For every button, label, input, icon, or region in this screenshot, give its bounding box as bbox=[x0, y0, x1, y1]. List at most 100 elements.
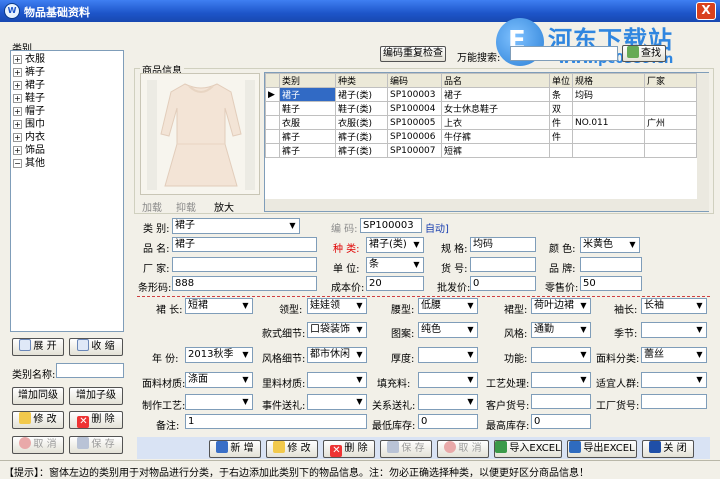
make-select[interactable]: ▼ bbox=[185, 394, 253, 410]
min-stock-input[interactable]: 0 bbox=[418, 414, 478, 429]
cost-input[interactable]: 20 bbox=[366, 276, 424, 291]
table-horizontal-scrollbar[interactable] bbox=[265, 199, 709, 211]
modify-button[interactable]: 修 改 bbox=[266, 440, 318, 458]
tree-item-shoes[interactable]: + 鞋子 bbox=[13, 93, 45, 105]
season-select[interactable]: ▼ bbox=[641, 322, 707, 338]
thickness-select[interactable]: ▼ bbox=[418, 347, 478, 363]
filling-select[interactable]: ▼ bbox=[418, 372, 478, 388]
retail-input[interactable]: 50 bbox=[580, 276, 642, 291]
year-select[interactable]: 2013秋季 ▼ bbox=[185, 347, 253, 363]
function-select[interactable]: ▼ bbox=[531, 347, 591, 363]
column-header[interactable]: 品名 bbox=[441, 73, 550, 88]
pattern-select[interactable]: 纯色 ▼ bbox=[418, 322, 478, 338]
event-select[interactable]: ▼ bbox=[307, 394, 367, 410]
table-cell[interactable]: 裙子(类) bbox=[335, 87, 388, 102]
delete-button[interactable]: ✕ 删 除 bbox=[323, 440, 375, 458]
table-cell[interactable]: 牛仔裤 bbox=[441, 129, 550, 144]
style-detail-select[interactable]: 口袋装饰 ▼ bbox=[307, 322, 367, 338]
skirt-type-select[interactable]: 荷叶边裙 ▼ bbox=[531, 298, 591, 314]
table-cell[interactable]: SP100007 bbox=[387, 143, 442, 158]
unit-select[interactable]: 条 ▼ bbox=[366, 257, 424, 273]
column-header[interactable]: 单位 bbox=[548, 73, 574, 88]
category-tree[interactable]: + 衣服 + 裤子 + 裙子 + 鞋子 + 帽子 + 围巾 + 内衣 + 饰品 − 其他 bbox=[10, 50, 124, 332]
color-select[interactable]: 米黄色 ▼ bbox=[580, 237, 640, 253]
collapse-button[interactable]: 收 缩 bbox=[69, 338, 123, 356]
table-cell[interactable] bbox=[572, 129, 646, 144]
table-cell[interactable]: 均码 bbox=[572, 87, 646, 102]
process-select[interactable]: ▼ bbox=[531, 372, 591, 388]
tree-item-pants[interactable]: + 裤子 bbox=[13, 67, 45, 79]
wholesale-input[interactable]: 0 bbox=[470, 276, 536, 291]
duplicate-check-button[interactable]: 编码重复检查 bbox=[380, 46, 446, 62]
table-cell[interactable] bbox=[644, 143, 698, 158]
table-vertical-scrollbar[interactable] bbox=[697, 73, 709, 199]
category-save-button[interactable]: 保 存 bbox=[69, 436, 123, 454]
table-cell[interactable]: 裤子(类) bbox=[335, 129, 388, 144]
import-excel-button[interactable]: 导入EXCEL bbox=[494, 440, 562, 458]
zoom-image-button[interactable]: 放大 bbox=[214, 199, 234, 214]
sleeve-select[interactable]: 长袖 ▼ bbox=[641, 298, 707, 314]
add-same-level-button[interactable]: 增加同级 bbox=[12, 387, 64, 405]
table-row[interactable]: 裤子 裤子(类) SP100007 短裤 bbox=[265, 143, 698, 158]
tree-item-clothes[interactable]: + 衣服 bbox=[13, 54, 45, 66]
table-cell[interactable]: 鞋子 bbox=[279, 101, 336, 116]
column-header[interactable]: 类别 bbox=[279, 73, 336, 88]
table-cell[interactable] bbox=[644, 87, 698, 102]
item-no-input[interactable] bbox=[470, 257, 536, 272]
add-button[interactable]: 新 增 bbox=[209, 440, 261, 458]
table-cell[interactable] bbox=[572, 101, 646, 116]
maker-input[interactable] bbox=[172, 257, 317, 272]
table-cell[interactable]: 双 bbox=[548, 101, 574, 116]
tree-item-underwear[interactable]: + 内衣 bbox=[13, 132, 45, 144]
table-cell[interactable]: NO.011 bbox=[572, 115, 646, 130]
column-header[interactable]: 厂家 bbox=[644, 73, 698, 88]
waist-select[interactable]: 低腰 ▼ bbox=[418, 298, 478, 314]
column-header[interactable]: 规格 bbox=[572, 73, 646, 88]
export-excel-button[interactable]: 导出EXCEL bbox=[567, 440, 637, 458]
table-row[interactable]: ▶ 裙子 裙子(类) SP100003 裙子 条 均码 bbox=[265, 87, 698, 102]
tree-item-skirts[interactable]: + 裙子 bbox=[13, 80, 45, 92]
table-cell[interactable]: SP100005 bbox=[387, 115, 442, 130]
table-cell[interactable] bbox=[644, 129, 698, 144]
customer-no-input[interactable] bbox=[531, 394, 591, 409]
tree-item-scarves[interactable]: + 围巾 bbox=[13, 119, 45, 131]
tree-item-accessories[interactable]: + 饰品 bbox=[13, 145, 45, 157]
table-cell[interactable]: SP100004 bbox=[387, 101, 442, 116]
tree-item-hats[interactable]: + 帽子 bbox=[13, 106, 45, 118]
table-cell[interactable]: 衣服(类) bbox=[335, 115, 388, 130]
table-cell[interactable]: 裤子(类) bbox=[335, 143, 388, 158]
table-cell[interactable] bbox=[644, 101, 698, 116]
max-stock-input[interactable]: 0 bbox=[531, 414, 591, 429]
table-cell[interactable]: 件 bbox=[548, 129, 574, 144]
table-cell[interactable]: 上衣 bbox=[441, 115, 550, 130]
table-cell[interactable] bbox=[548, 143, 574, 158]
table-cell[interactable]: SP100006 bbox=[387, 129, 442, 144]
table-cell[interactable]: 短裤 bbox=[441, 143, 550, 158]
table-cell[interactable]: 衣服 bbox=[279, 115, 336, 130]
table-cell[interactable]: 件 bbox=[548, 115, 574, 130]
kind-select[interactable]: 裙子(类) ▼ bbox=[366, 237, 424, 253]
category-name-input[interactable] bbox=[56, 363, 124, 378]
unload-image-button[interactable]: 抑载 bbox=[176, 199, 196, 214]
fabric-select[interactable]: 涤面 ▼ bbox=[185, 372, 253, 388]
cancel-button[interactable]: 取 消 bbox=[437, 440, 489, 458]
save-button[interactable]: 保 存 bbox=[380, 440, 432, 458]
category-modify-button[interactable]: 修 改 bbox=[12, 411, 64, 429]
table-row[interactable]: 衣服 衣服(类) SP100005 上衣 件 NO.011 广州 bbox=[265, 115, 698, 130]
table-cell[interactable]: 女士休息鞋子 bbox=[441, 101, 550, 116]
name-input[interactable]: 裙子 bbox=[172, 237, 317, 252]
table-row[interactable]: 裤子 裤子(类) SP100006 牛仔裤 件 bbox=[265, 129, 698, 144]
table-cell[interactable]: 广州 bbox=[644, 115, 698, 130]
style-detail2-select[interactable]: 都市休闲 ▼ bbox=[307, 347, 367, 363]
column-header[interactable]: 种类 bbox=[335, 73, 388, 88]
close-button[interactable]: 关 闭 bbox=[642, 440, 694, 458]
column-header[interactable]: 编码 bbox=[387, 73, 442, 88]
collar-select[interactable]: 娃娃领 ▼ bbox=[307, 298, 367, 314]
load-image-button[interactable]: 加载 bbox=[142, 199, 162, 214]
fabric-class-select[interactable]: 蕾丝 ▼ bbox=[641, 347, 707, 363]
gift-select[interactable]: ▼ bbox=[418, 394, 478, 410]
table-cell[interactable]: 裤子 bbox=[279, 143, 336, 158]
remark-input[interactable]: 1 bbox=[185, 414, 367, 429]
table-cell[interactable]: 裤子 bbox=[279, 129, 336, 144]
table-cell[interactable] bbox=[572, 143, 646, 158]
